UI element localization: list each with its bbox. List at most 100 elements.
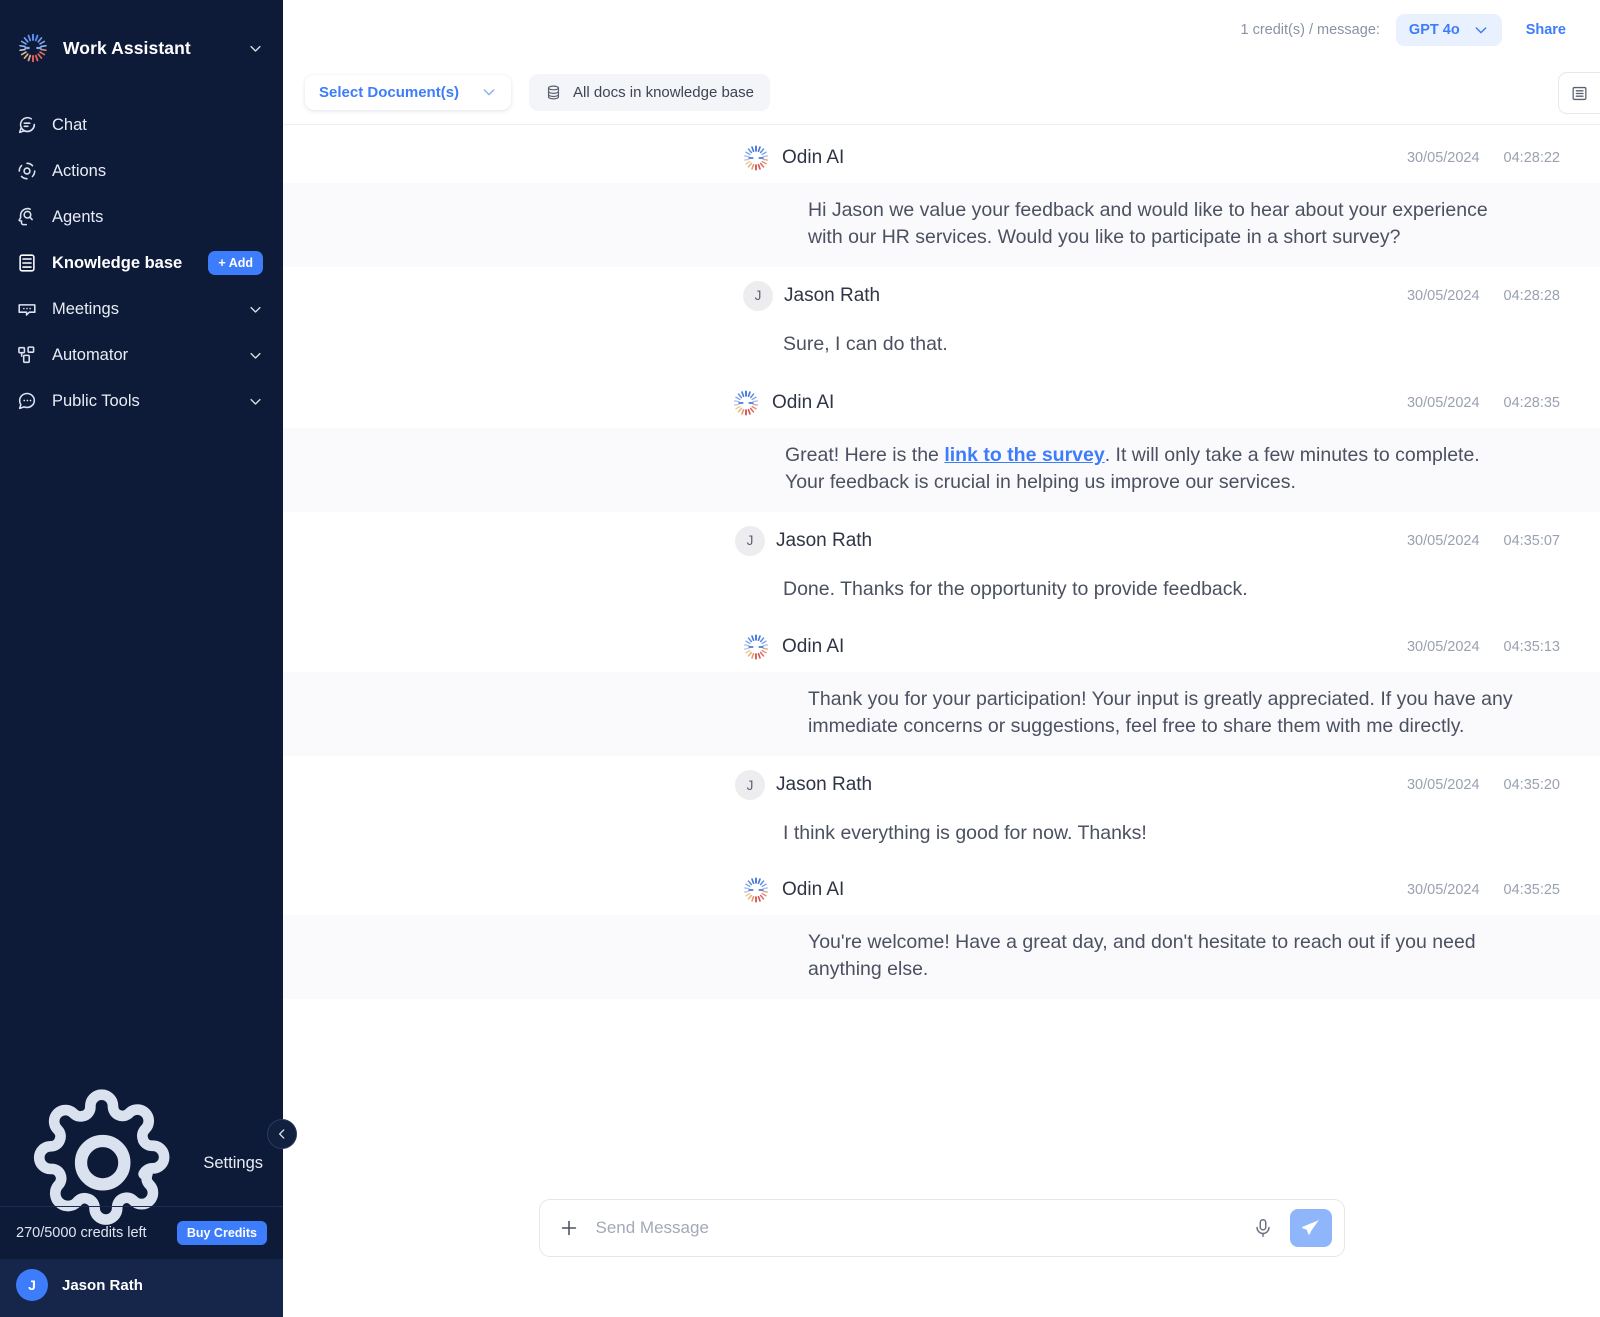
chat-bubble-icon: [16, 114, 38, 136]
sidebar-item-automator[interactable]: Automator: [0, 332, 283, 378]
message-date: 30/05/2024: [1407, 639, 1480, 655]
sidebar-item-public-tools[interactable]: Public Tools: [0, 378, 283, 424]
buy-credits-button[interactable]: Buy Credits: [177, 1221, 267, 1245]
sidebar-item-label: Meetings: [52, 300, 234, 319]
message-sender: Odin AI: [731, 388, 1407, 418]
sender-name: Odin AI: [772, 392, 834, 414]
chat-thread[interactable]: Odin AI 30/05/2024 04:28:22 Hi Jason we …: [283, 125, 1600, 1177]
sidebar-item-chat[interactable]: Chat: [0, 102, 283, 148]
user-name: Jason Rath: [62, 1277, 143, 1294]
message-time: 04:35:07: [1504, 533, 1560, 549]
message-body: You're welcome! Have a great day, and do…: [283, 915, 1600, 999]
sidebar-user-profile[interactable]: J Jason Rath: [0, 1259, 283, 1317]
credit-per-message-label: 1 credit(s) / message:: [1241, 22, 1380, 38]
survey-link[interactable]: link to the survey: [944, 444, 1104, 466]
all-docs-label: All docs in knowledge base: [573, 84, 754, 101]
chevron-down-icon[interactable]: [248, 394, 263, 409]
message-body: Hi Jason we value your feedback and woul…: [283, 183, 1600, 267]
chat-message: Odin AI 30/05/2024 04:35:25 You're welco…: [283, 863, 1600, 999]
message-time: 04:35:25: [1504, 882, 1560, 898]
sidebar-collapse-toggle[interactable]: [267, 1119, 297, 1149]
model-selector[interactable]: GPT 4o: [1396, 14, 1502, 46]
chevron-down-icon[interactable]: [248, 41, 263, 56]
sidebar-item-knowledge-base[interactable]: Knowledge base + Add: [0, 240, 283, 286]
sender-name: Odin AI: [782, 636, 844, 658]
sidebar-item-settings[interactable]: Settings: [0, 1138, 283, 1188]
message-header: J Jason Rath 30/05/2024 04:35:20: [283, 756, 1600, 806]
list-panel-icon: [1570, 84, 1589, 103]
brand-name: Work Assistant: [63, 38, 235, 59]
sidebar-item-label: Public Tools: [52, 392, 234, 411]
message-sender: J Jason Rath: [735, 526, 1407, 556]
odin-burst-logo-icon: [741, 143, 771, 173]
message-time: 04:35:20: [1504, 777, 1560, 793]
sidebar-item-label: Chat: [52, 116, 263, 135]
message-timestamp: 30/05/2024 04:28:22: [1407, 150, 1560, 166]
microphone-icon: [1252, 1217, 1274, 1239]
sidebar: Work Assistant Chat Actions: [0, 0, 283, 1317]
send-paper-plane-icon: [1300, 1217, 1322, 1239]
chat-message: Odin AI 30/05/2024 04:28:22 Hi Jason we …: [283, 125, 1600, 267]
message-sender: Odin AI: [741, 632, 1407, 662]
all-docs-chip[interactable]: All docs in knowledge base: [529, 74, 770, 111]
avatar: J: [16, 1269, 48, 1301]
message-header: Odin AI 30/05/2024 04:35:13: [283, 618, 1600, 672]
sidebar-item-label: Automator: [52, 346, 234, 365]
chat-message: J Jason Rath 30/05/2024 04:35:20 I think…: [283, 756, 1600, 863]
sidebar-item-actions[interactable]: Actions: [0, 148, 283, 194]
message-text: Thank you for your participation! Your i…: [283, 686, 1518, 740]
message-body: I think everything is good for now. Than…: [283, 806, 1600, 863]
sidebar-item-label: Agents: [52, 208, 263, 227]
message-text: Sure, I can do that.: [283, 331, 1560, 358]
message-time: 04:28:28: [1504, 288, 1560, 304]
select-documents-dropdown[interactable]: Select Document(s): [305, 75, 511, 110]
plus-icon: [558, 1217, 580, 1239]
message-timestamp: 30/05/2024 04:35:07: [1407, 533, 1560, 549]
message-date: 30/05/2024: [1407, 882, 1480, 898]
message-body: Sure, I can do that.: [283, 317, 1600, 374]
sidebar-nav: Chat Actions Agents: [0, 102, 283, 424]
chevron-down-icon: [1473, 22, 1489, 38]
send-button[interactable]: [1290, 1209, 1332, 1247]
message-timestamp: 30/05/2024 04:28:28: [1407, 288, 1560, 304]
sidebar-item-agents[interactable]: Agents: [0, 194, 283, 240]
main-panel: 1 credit(s) / message: GPT 4o Share Sele…: [283, 0, 1600, 1317]
microphone-button[interactable]: [1252, 1217, 1274, 1239]
message-timestamp: 30/05/2024 04:28:35: [1407, 395, 1560, 411]
database-icon: [545, 84, 562, 101]
message-composer: [539, 1199, 1345, 1257]
odin-burst-logo-icon: [741, 875, 771, 905]
message-timestamp: 30/05/2024 04:35:20: [1407, 777, 1560, 793]
message-sender: J Jason Rath: [743, 281, 1407, 311]
odin-burst-logo-icon: [16, 31, 50, 65]
message-header: J Jason Rath 30/05/2024 04:28:28: [283, 267, 1600, 317]
message-header: Odin AI 30/05/2024 04:28:35: [283, 374, 1600, 428]
sender-name: Odin AI: [782, 147, 844, 169]
sidebar-item-meetings[interactable]: Meetings: [0, 286, 283, 332]
public-tools-chat-icon: [16, 390, 38, 412]
message-text-before-link: Great! Here is the: [785, 444, 944, 466]
database-icon: [16, 252, 38, 274]
chat-message: Odin AI 30/05/2024 04:28:35 Great! Here …: [283, 374, 1600, 512]
chat-message: J Jason Rath 30/05/2024 04:28:28 Sure, I…: [283, 267, 1600, 374]
chevron-down-icon[interactable]: [248, 348, 263, 363]
add-knowledge-button[interactable]: + Add: [208, 251, 263, 275]
side-panel-toggle-button[interactable]: [1558, 72, 1600, 114]
sidebar-item-label: Knowledge base: [52, 254, 194, 273]
chevron-down-icon: [481, 84, 497, 100]
chevron-down-icon[interactable]: [248, 302, 263, 317]
avatar: J: [743, 281, 773, 311]
sender-name: Jason Rath: [776, 774, 872, 796]
send-message-input[interactable]: [596, 1218, 1236, 1238]
brand-header[interactable]: Work Assistant: [0, 0, 283, 74]
share-button[interactable]: Share: [1518, 16, 1574, 44]
message-body: Thank you for your participation! Your i…: [283, 672, 1600, 756]
sidebar-spacer: [0, 424, 283, 1138]
credits-text: 270/5000 credits left: [16, 1225, 147, 1241]
message-timestamp: 30/05/2024 04:35:13: [1407, 639, 1560, 655]
attach-button[interactable]: [558, 1217, 580, 1239]
agent-head-icon: [16, 206, 38, 228]
topbar: 1 credit(s) / message: GPT 4o Share: [283, 0, 1600, 60]
message-date: 30/05/2024: [1407, 777, 1480, 793]
sidebar-item-label: Actions: [52, 162, 263, 181]
